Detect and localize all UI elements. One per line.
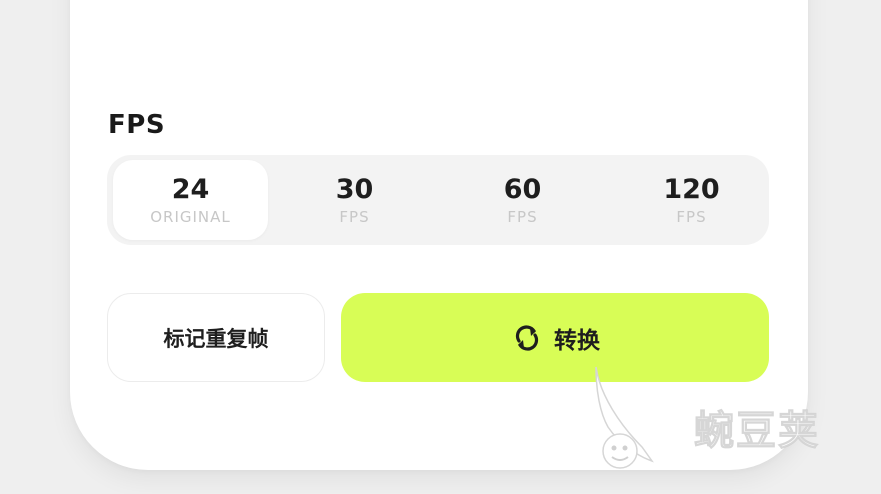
fps-option-caption: FPS	[676, 208, 707, 226]
fps-option-60[interactable]: 60 FPS	[445, 160, 600, 240]
fps-option-value: 60	[503, 174, 542, 205]
fps-option-caption: FPS	[507, 208, 538, 226]
app-screen: FPS 24 ORIGINAL 30 FPS 60 FPS 120 FPS 标记…	[0, 0, 881, 494]
convert-button[interactable]: 转换	[341, 293, 769, 382]
convert-label: 转换	[554, 327, 600, 354]
fps-option-30[interactable]: 30 FPS	[277, 160, 432, 240]
fps-selector: 24 ORIGINAL 30 FPS 60 FPS 120 FPS	[107, 155, 769, 245]
mark-duplicate-frames-button[interactable]: 标记重复帧	[107, 293, 325, 382]
mark-duplicate-frames-label: 标记重复帧	[163, 326, 269, 351]
convert-icon	[510, 321, 544, 355]
fps-option-value: 24	[171, 174, 210, 205]
fps-option-24[interactable]: 24 ORIGINAL	[113, 160, 268, 240]
fps-option-caption: FPS	[339, 208, 370, 226]
fps-section-title: FPS	[108, 110, 166, 140]
fps-option-value: 30	[335, 174, 374, 205]
fps-option-value: 120	[663, 174, 720, 205]
fps-option-120[interactable]: 120 FPS	[614, 160, 769, 240]
fps-option-caption: ORIGINAL	[150, 208, 231, 226]
